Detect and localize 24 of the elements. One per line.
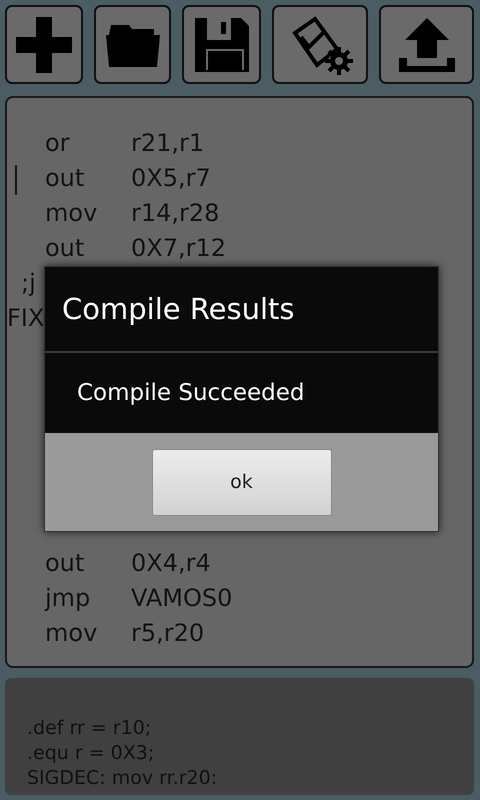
code-mnemonic: jmp [45,583,92,614]
code-text: FIX [7,303,44,334]
dialog-message: Compile Succeeded [77,380,304,406]
code-operands: r5,r20 [131,618,204,649]
compile-button[interactable] [272,5,368,84]
new-button[interactable] [5,5,83,84]
dialog-title: Compile Results [45,267,438,353]
save-button[interactable] [182,5,261,84]
code-operands: 0X7,r12 [131,233,226,264]
code-mnemonic: out [45,163,86,194]
code-operands: r14,r28 [131,198,220,229]
code-mnemonic: out [45,548,86,579]
ok-button[interactable]: ok [152,448,332,516]
code-operands: VAMOS0 [131,583,232,614]
code-operands: 0X5,r7 [131,163,211,194]
code-operands: 0X4,r4 [131,548,211,579]
code-mnemonic: out [45,233,86,264]
code-mnemonic: mov [45,618,98,649]
code-mnemonic: or [45,128,71,159]
upload-button[interactable] [379,5,474,84]
code-operands: r21,r1 [131,128,204,159]
code-text: ;j [21,268,36,299]
code-mnemonic: mov [45,198,98,229]
open-button[interactable] [94,5,171,84]
